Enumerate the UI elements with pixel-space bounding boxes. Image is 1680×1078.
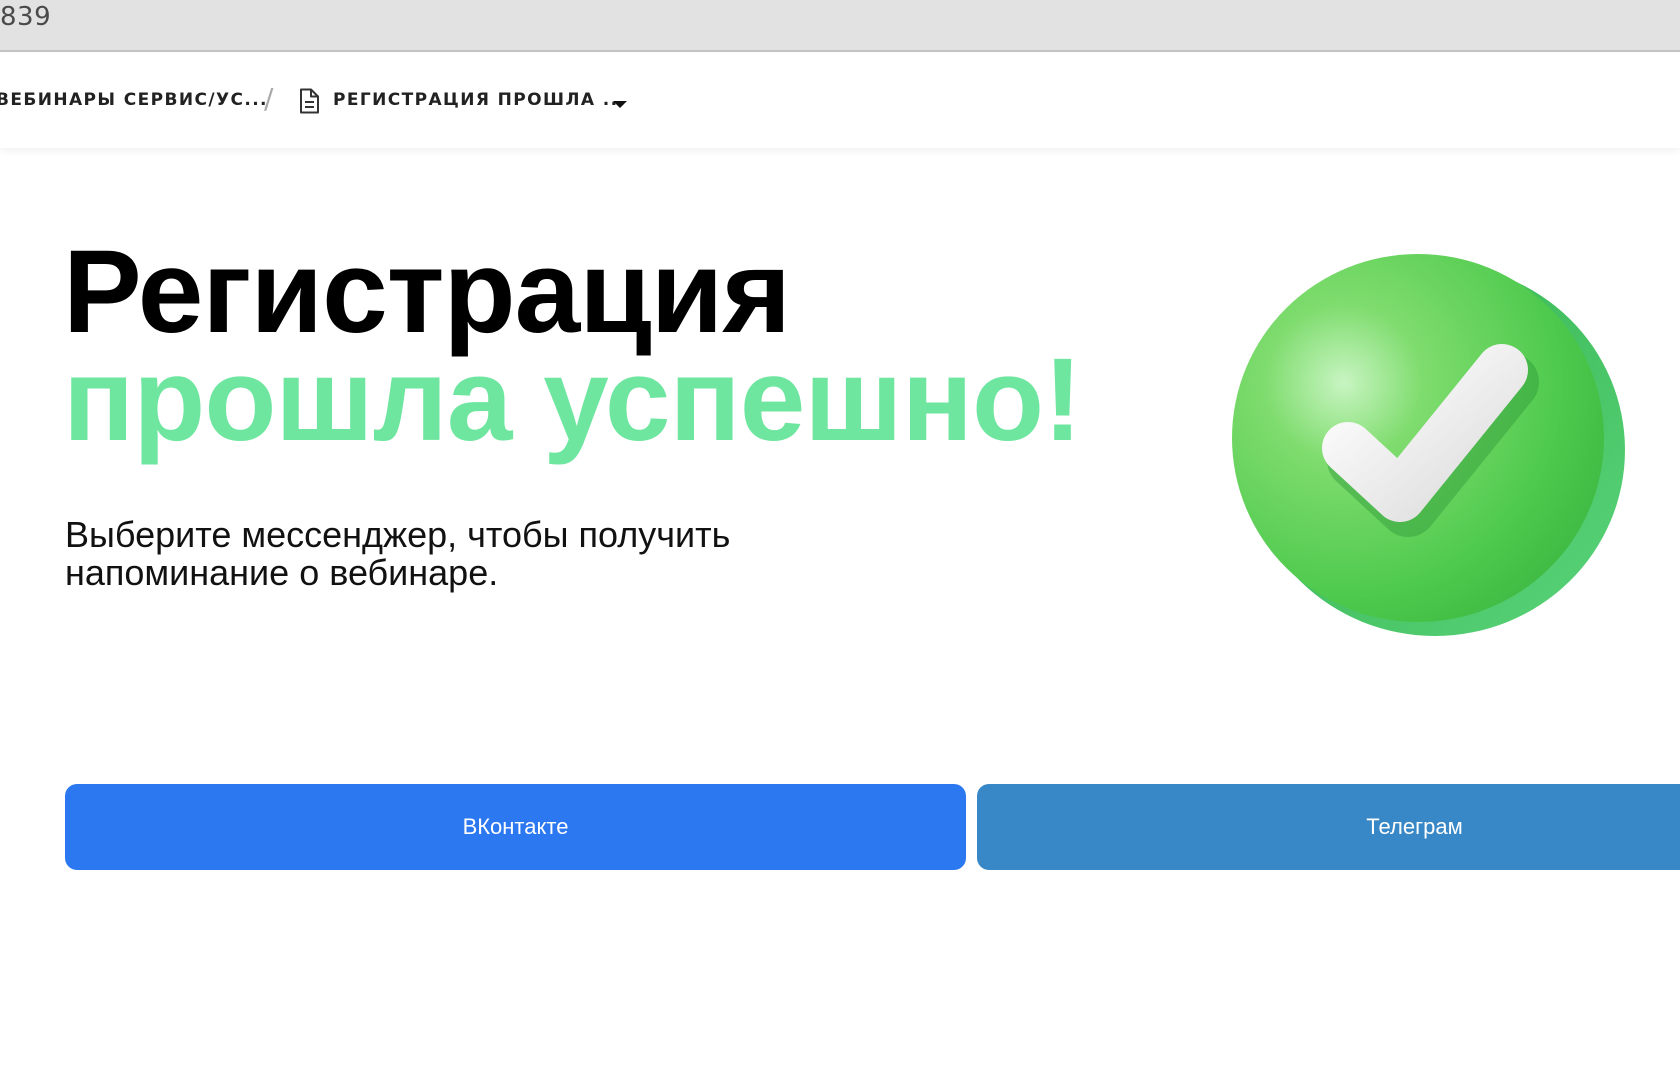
page-title: Регистрация прошла успешно! [63, 226, 1082, 466]
caret-down-icon[interactable] [608, 92, 632, 116]
vkontakte-button-label: ВКонтакте [462, 814, 569, 839]
telegram-button[interactable]: Телеграм [977, 784, 1680, 870]
telegram-button-label: Телеграм [1366, 814, 1463, 839]
address-bar-text: 839 [0, 2, 52, 32]
breadcrumb-current-page[interactable]: РЕГИСТРАЦИЯ ПРОШЛА ... [333, 90, 626, 110]
breadcrumb-parent[interactable]: ВЕБИНАРЫ СЕРВИС/УС... [0, 90, 268, 110]
title-line-2: прошла успешно! [63, 334, 1082, 466]
title-line-1: Регистрация [63, 226, 791, 358]
address-bar[interactable]: 839 [0, 0, 1680, 52]
editor-toolbar: ВЕБИНАРЫ СЕРВИС/УС... / РЕГИСТРАЦИЯ ПРОШ… [0, 54, 1680, 148]
document-icon [300, 88, 319, 114]
breadcrumb-separator: / [264, 82, 274, 115]
green-checkmark-icon [1232, 254, 1625, 636]
subtitle: Выберите мессенджер, чтобы получить напо… [65, 516, 925, 592]
subtitle-line-1: Выберите мессенджер, чтобы получить [65, 514, 731, 555]
subtitle-line-2: напоминание о вебинаре. [65, 552, 499, 593]
vkontakte-button[interactable]: ВКонтакте [65, 784, 966, 870]
